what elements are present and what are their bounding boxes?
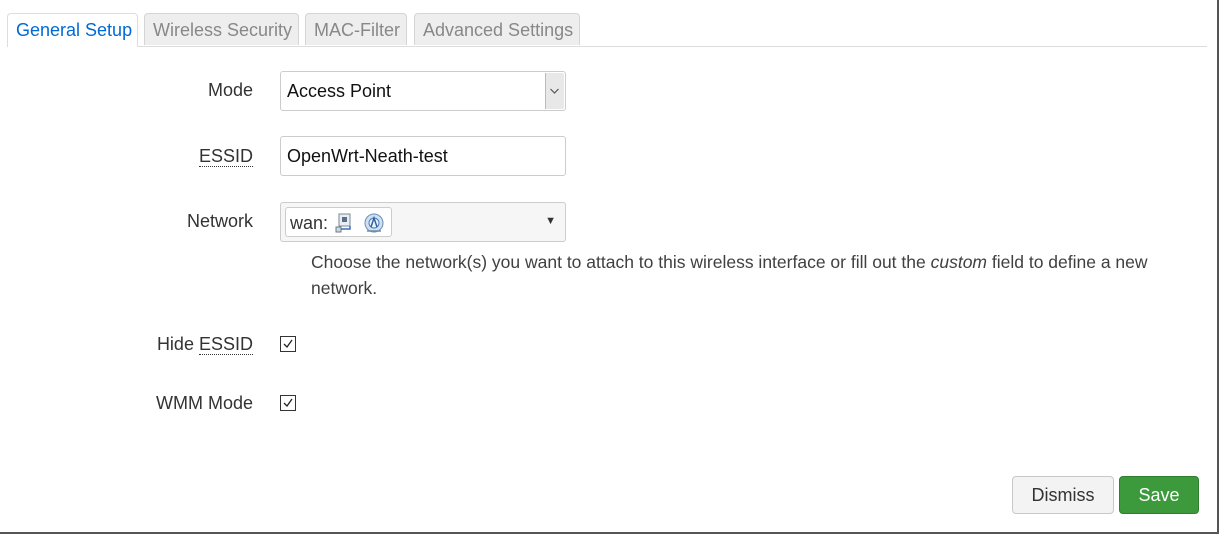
mode-select[interactable]: Access Point <box>280 71 566 111</box>
essid-input[interactable] <box>280 136 566 176</box>
tab-bar: General Setup Wireless Security MAC-Filt… <box>7 13 1207 47</box>
mode-label: Mode <box>207 80 253 100</box>
dropdown-arrow-icon[interactable]: ▼ <box>545 215 556 227</box>
tab-advanced-settings[interactable]: Advanced Settings <box>414 13 580 45</box>
tab-mac-filter[interactable]: MAC-Filter <box>305 13 407 45</box>
essid-label: ESSID <box>198 146 253 167</box>
checkmark-icon <box>283 398 293 408</box>
wireless-network-icon <box>363 212 385 239</box>
network-chip-wan: wan: <box>285 207 392 237</box>
network-help-text: Choose the network(s) you want to attach… <box>311 252 1148 298</box>
chevron-down-icon[interactable] <box>545 73 564 109</box>
mode-select-value: Access Point <box>287 81 392 101</box>
wmm-mode-label: WMM Mode <box>155 393 253 413</box>
hide-essid-checkbox[interactable] <box>280 336 296 352</box>
tab-general-setup[interactable]: General Setup <box>7 13 138 47</box>
dismiss-button[interactable]: Dismiss <box>1012 476 1114 514</box>
checkmark-icon <box>283 339 293 349</box>
network-select[interactable]: wan: ▼ <box>280 202 566 242</box>
wmm-mode-checkbox[interactable] <box>280 395 296 411</box>
network-chip-label: wan: <box>290 213 329 233</box>
save-button[interactable]: Save <box>1119 476 1199 514</box>
hide-essid-label: Hide ESSID <box>156 334 253 355</box>
network-label: Network <box>186 211 253 231</box>
tab-wireless-security[interactable]: Wireless Security <box>144 13 299 45</box>
ethernet-port-icon <box>333 212 355 239</box>
